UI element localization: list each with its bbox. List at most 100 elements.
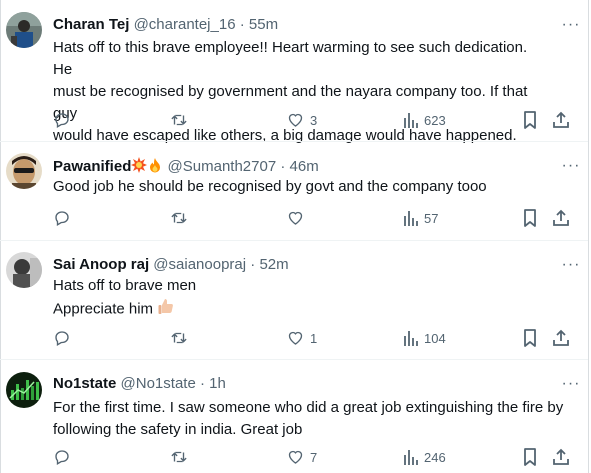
share-icon bbox=[552, 111, 570, 129]
heart-icon bbox=[286, 448, 305, 466]
retweet-icon bbox=[169, 111, 189, 129]
like-button[interactable]: 3 bbox=[286, 109, 317, 131]
bookmark-icon bbox=[523, 209, 537, 227]
share-button[interactable] bbox=[552, 109, 570, 131]
share-icon bbox=[552, 209, 570, 227]
share-button[interactable] bbox=[552, 446, 570, 468]
bookmark-button[interactable] bbox=[523, 207, 537, 229]
retweet-icon bbox=[169, 448, 189, 466]
reply-tweet[interactable]: Charan Tej @charantej_16 · 55m ··· Hats … bbox=[0, 0, 588, 148]
more-options-icon[interactable]: ··· bbox=[561, 17, 581, 34]
reply-button[interactable] bbox=[53, 327, 76, 349]
display-name[interactable]: Sai Anoop raj bbox=[53, 256, 149, 273]
bookmark-icon bbox=[523, 448, 537, 466]
avatar[interactable] bbox=[6, 372, 42, 408]
bookmark-icon bbox=[523, 329, 537, 347]
reply-icon bbox=[53, 448, 71, 466]
bookmark-icon bbox=[523, 111, 537, 129]
thumbs-up-emoji-icon bbox=[157, 297, 175, 322]
heart-icon bbox=[286, 329, 305, 347]
retweet-button[interactable] bbox=[169, 109, 194, 131]
timestamp[interactable]: 55m bbox=[249, 16, 278, 33]
retweet-icon bbox=[169, 329, 189, 347]
timestamp[interactable]: 1h bbox=[209, 375, 226, 392]
handle[interactable]: @Sumanth2707 bbox=[168, 158, 277, 175]
reply-tweet[interactable]: Pawanified @Sumanth2707 · 46m ··· Good j… bbox=[0, 142, 588, 240]
retweet-button[interactable] bbox=[169, 327, 194, 349]
like-button[interactable]: 1 bbox=[286, 327, 317, 349]
views-icon bbox=[403, 448, 419, 466]
views-button[interactable]: 57 bbox=[403, 207, 438, 229]
reply-tweet[interactable]: Sai Anoop raj @saianoopraj · 52m ··· Hat… bbox=[0, 241, 588, 359]
heart-icon bbox=[286, 111, 305, 129]
reply-icon bbox=[53, 111, 71, 129]
reply-icon bbox=[53, 209, 71, 227]
timestamp[interactable]: 46m bbox=[290, 158, 319, 175]
views-button[interactable]: 104 bbox=[403, 327, 446, 349]
heart-icon bbox=[286, 209, 305, 227]
avatar[interactable] bbox=[6, 12, 42, 48]
handle[interactable]: @No1state bbox=[121, 375, 196, 392]
bookmark-button[interactable] bbox=[523, 109, 537, 131]
separator-dot: · bbox=[239, 16, 245, 33]
reply-button[interactable] bbox=[53, 207, 76, 229]
retweet-button[interactable] bbox=[169, 446, 194, 468]
text-line: For the first time. I saw someone who di… bbox=[53, 399, 564, 416]
reply-icon bbox=[53, 329, 71, 347]
views-icon bbox=[403, 209, 419, 227]
reply-button[interactable] bbox=[53, 109, 76, 131]
handle[interactable]: @saianoopraj bbox=[153, 256, 246, 273]
display-name[interactable]: Charan Tej bbox=[53, 16, 129, 33]
more-options-icon[interactable]: ··· bbox=[561, 257, 581, 274]
views-count: 104 bbox=[424, 330, 446, 346]
share-icon bbox=[552, 329, 570, 347]
separator-dot: · bbox=[199, 375, 205, 392]
like-count: 1 bbox=[310, 330, 318, 346]
handle[interactable]: @charantej_16 bbox=[134, 16, 236, 33]
views-icon bbox=[403, 329, 419, 347]
views-count: 246 bbox=[424, 449, 446, 465]
bookmark-button[interactable] bbox=[523, 327, 537, 349]
more-options-icon[interactable]: ··· bbox=[561, 158, 581, 175]
right-border bbox=[588, 0, 589, 473]
timestamp[interactable]: 52m bbox=[259, 256, 288, 273]
reply-tweet[interactable]: No1state @No1state · 1h ··· For the firs… bbox=[0, 360, 588, 473]
action-bar: 57 bbox=[53, 207, 583, 229]
share-button[interactable] bbox=[552, 327, 570, 349]
avatar[interactable] bbox=[6, 252, 42, 288]
views-count: 57 bbox=[424, 210, 439, 226]
retweet-button[interactable] bbox=[169, 207, 194, 229]
fire-emoji-icon bbox=[147, 157, 163, 177]
views-count: 623 bbox=[424, 112, 446, 128]
text-line: Hats off to brave men bbox=[53, 277, 197, 294]
like-button[interactable] bbox=[286, 207, 310, 229]
bookmark-button[interactable] bbox=[523, 446, 537, 468]
views-button[interactable]: 623 bbox=[403, 109, 446, 131]
share-icon bbox=[552, 448, 570, 466]
explosion-emoji-icon bbox=[131, 157, 148, 177]
text-line: following the safety in india. Great job bbox=[53, 421, 303, 438]
separator-dot: · bbox=[280, 157, 286, 175]
display-name[interactable]: Pawanified bbox=[53, 158, 131, 175]
separator-dot: · bbox=[250, 256, 256, 273]
action-bar: 1 104 bbox=[53, 327, 583, 349]
share-button[interactable] bbox=[552, 207, 570, 229]
like-count: 3 bbox=[310, 112, 318, 128]
text-line: Hats off to this brave employee!! Heart … bbox=[53, 39, 528, 78]
action-bar: 7 246 bbox=[53, 446, 583, 468]
like-button[interactable]: 7 bbox=[286, 446, 317, 468]
tweet-text: Good job he should be recognised by govt… bbox=[53, 176, 533, 198]
text-line: Appreciate him bbox=[53, 300, 154, 318]
display-name[interactable]: No1state bbox=[53, 375, 116, 392]
avatar[interactable] bbox=[6, 153, 42, 189]
tweet-text: For the first time. I saw someone who di… bbox=[53, 397, 573, 441]
action-bar: 3 623 bbox=[53, 109, 583, 131]
retweet-icon bbox=[169, 209, 189, 227]
more-options-icon[interactable]: ··· bbox=[561, 376, 581, 393]
views-icon bbox=[403, 111, 419, 129]
views-button[interactable]: 246 bbox=[403, 446, 446, 468]
text-line: Good job he should be recognised by govt… bbox=[53, 178, 487, 195]
reply-button[interactable] bbox=[53, 446, 76, 468]
tweet-text: Hats off to brave men Appreciate him bbox=[53, 275, 533, 322]
like-count: 7 bbox=[310, 449, 318, 465]
